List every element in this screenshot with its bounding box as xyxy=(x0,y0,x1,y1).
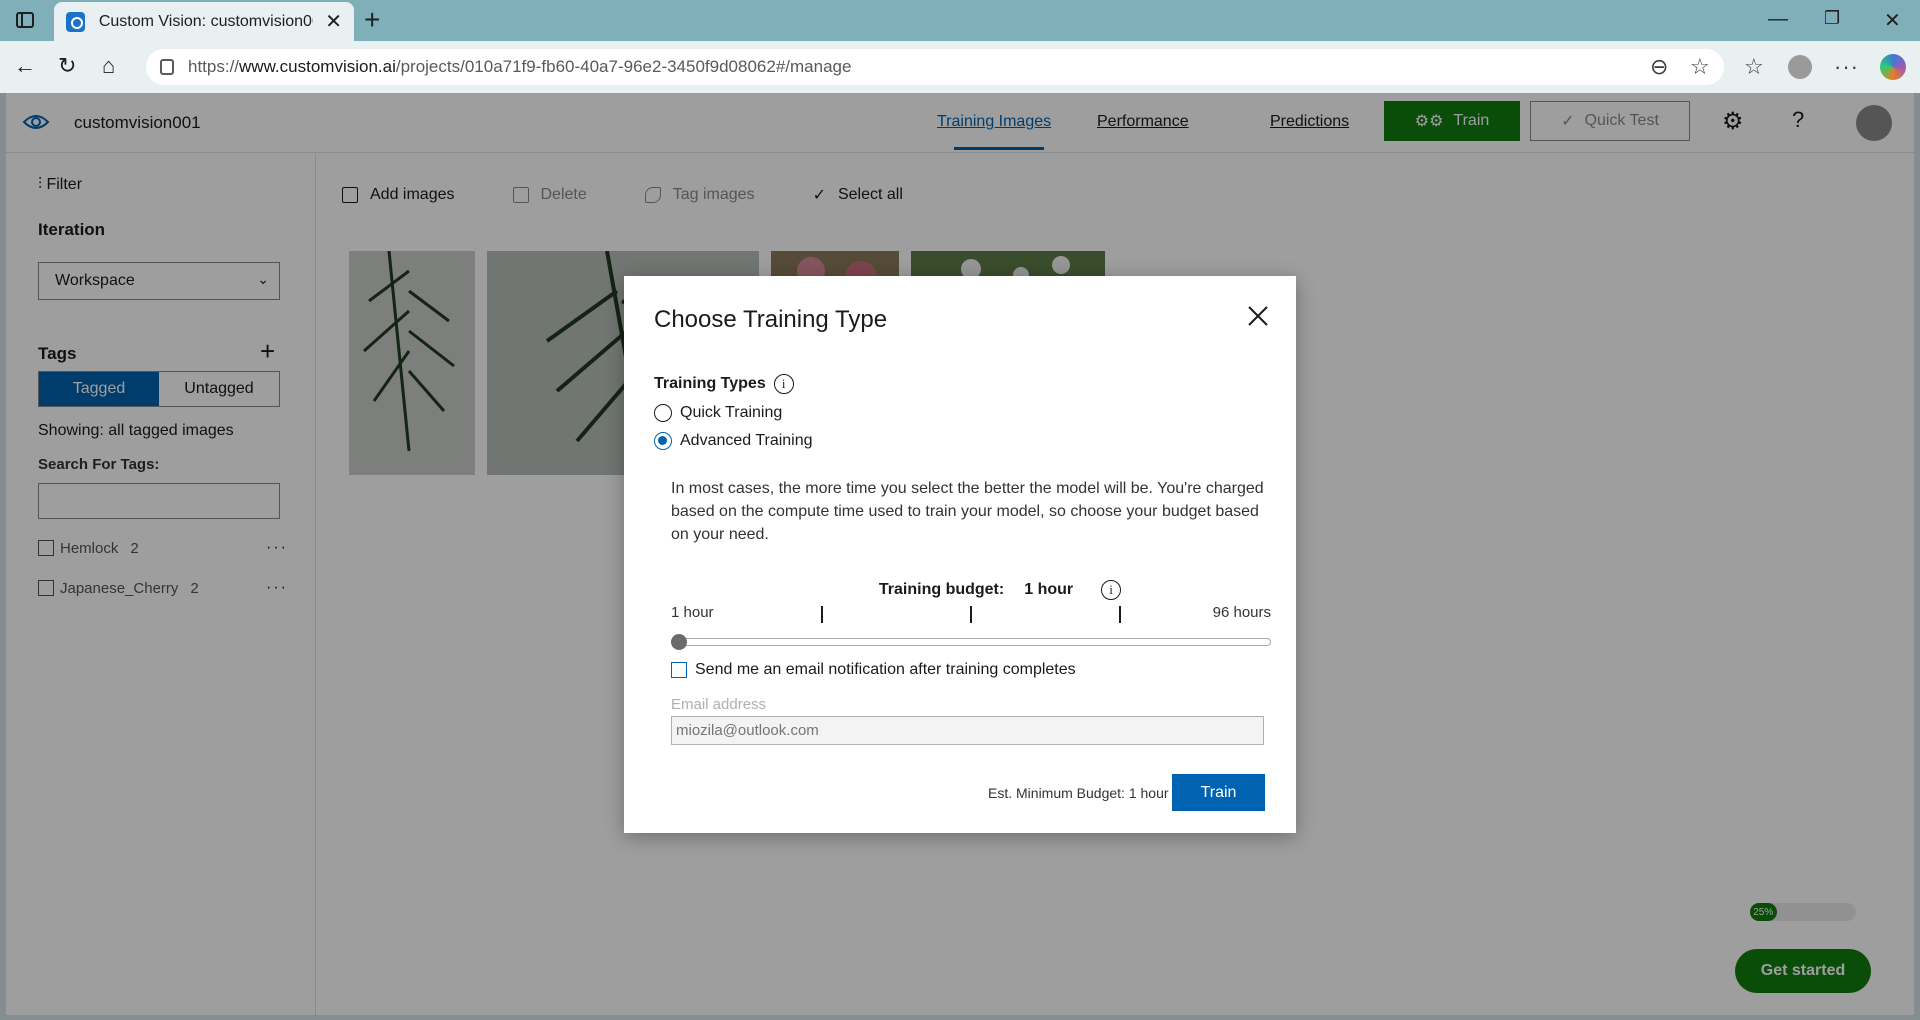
profile-icon[interactable] xyxy=(1788,55,1812,79)
url-prefix: https:// xyxy=(188,57,240,76)
scale-tick xyxy=(1119,606,1121,623)
back-icon[interactable]: ← xyxy=(14,55,36,77)
est-minimum-budget: Est. Minimum Budget: 1 hour xyxy=(988,785,1169,801)
more-menu-icon[interactable]: ··· xyxy=(1834,54,1859,80)
dialog-title: Choose Training Type xyxy=(654,306,888,333)
training-types-label: Training Types i xyxy=(654,374,794,394)
quick-training-radio[interactable] xyxy=(654,404,672,422)
budget-slider-track[interactable] xyxy=(671,638,1271,646)
budget-info-icon[interactable]: i xyxy=(1101,580,1122,600)
close-tab-icon[interactable]: ✕ xyxy=(325,9,342,34)
quick-training-label: Quick Training xyxy=(680,404,783,421)
budget-scale: 1 hour 96 hours xyxy=(671,604,1271,624)
choose-training-type-dialog: Choose Training Type Training Types i Qu… xyxy=(624,276,1296,833)
advanced-training-label: Advanced Training xyxy=(680,432,813,449)
close-window-icon[interactable]: ✕ xyxy=(1884,8,1901,33)
tab-actions-icon[interactable] xyxy=(16,12,34,28)
scale-max-label: 96 hours xyxy=(1212,604,1271,621)
training-budget-row: Training budget: 1 hour i xyxy=(624,580,1296,600)
email-notification-checkbox[interactable] xyxy=(671,662,687,678)
zoom-icon[interactable]: ⊖ xyxy=(1650,54,1668,80)
email-address-label: Email address xyxy=(671,696,767,713)
email-notification-option[interactable]: Send me an email notification after trai… xyxy=(671,661,1076,679)
minimize-icon[interactable]: — xyxy=(1768,8,1788,31)
scale-min-label: 1 hour xyxy=(671,604,714,621)
training-types-text: Training Types xyxy=(654,375,766,392)
address-bar-row: ← ↻ ⌂ https://www.customvision.ai/projec… xyxy=(0,41,1920,93)
url-host: www.customvision.ai xyxy=(239,57,396,76)
info-icon[interactable]: i xyxy=(773,374,794,394)
training-budget-value: 1 hour xyxy=(1024,581,1074,598)
restore-icon[interactable]: ❐ xyxy=(1824,8,1840,29)
tab-title: Custom Vision: customvision001 xyxy=(98,12,314,30)
url-path: /projects/010a71f9-fb60-40a7-96e2-3450f9… xyxy=(395,57,852,76)
url-field[interactable]: https://www.customvision.ai/projects/010… xyxy=(146,49,1724,85)
custom-vision-favicon-icon xyxy=(66,11,85,32)
refresh-icon[interactable]: ↻ xyxy=(58,55,76,77)
new-tab-icon[interactable]: + xyxy=(364,6,380,34)
training-description: In most cases, the more time you select … xyxy=(671,480,1264,543)
advanced-training-option[interactable]: Advanced Training xyxy=(654,432,813,450)
home-icon[interactable]: ⌂ xyxy=(102,55,115,77)
favorites-icon[interactable]: ☆ xyxy=(1744,54,1764,80)
training-budget-label: Training budget: xyxy=(878,581,1005,598)
email-address-input[interactable] xyxy=(671,716,1264,745)
email-notification-label: Send me an email notification after trai… xyxy=(695,661,1076,678)
advanced-training-radio[interactable] xyxy=(654,432,672,450)
site-info-icon[interactable] xyxy=(160,59,174,75)
browser-tab-bar: Custom Vision: customvision001 ✕ + — ❐ ✕ xyxy=(0,0,1920,41)
browser-tab[interactable]: Custom Vision: customvision001 ✕ xyxy=(54,2,354,41)
favorite-star-icon[interactable]: ☆ xyxy=(1690,54,1710,80)
budget-slider-handle[interactable] xyxy=(671,634,687,650)
scale-tick xyxy=(970,606,972,623)
copilot-icon[interactable] xyxy=(1880,54,1906,80)
close-icon[interactable] xyxy=(1246,304,1270,328)
scale-tick xyxy=(821,606,823,623)
dialog-train-button[interactable]: Train xyxy=(1172,774,1265,811)
quick-training-option[interactable]: Quick Training xyxy=(654,404,782,422)
